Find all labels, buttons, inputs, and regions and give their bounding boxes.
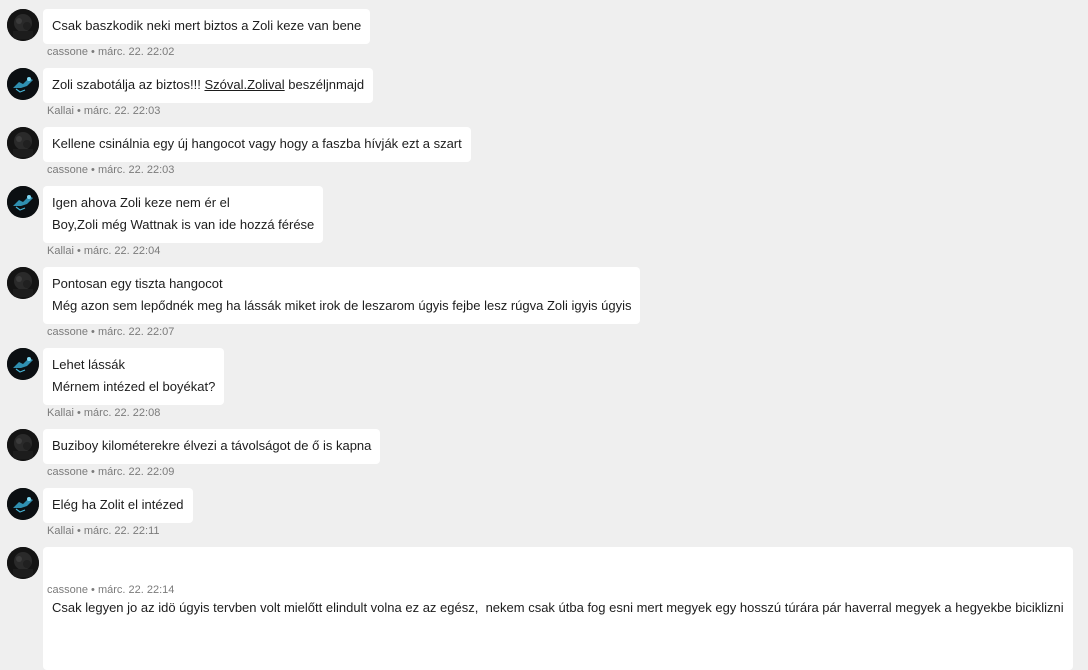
message-text: Elég ha Zolit el intézed — [52, 497, 184, 512]
message-bubble: Elég ha Zolit el intézed — [43, 488, 193, 523]
message-text: Mérnem intézed el boyékat? — [52, 379, 216, 394]
meta-separator: • — [87, 326, 98, 338]
meta-separator: • — [73, 105, 84, 117]
meta-separator: • — [87, 466, 98, 478]
message-bubble: Kellene csinálnia egy új hangocot vagy h… — [43, 127, 471, 162]
message-meta: cassone • márc. 22. 22:03 — [47, 164, 174, 177]
message-meta: Kallai • márc. 22. 22:04 — [47, 245, 160, 258]
dark-avatar-cassone[interactable] — [7, 9, 39, 41]
meta-separator: • — [87, 164, 98, 176]
message-text: Zoli szabotálja az biztos!!! Szóval.Zoli… — [52, 74, 364, 96]
message-timestamp: márc. 22. 22:09 — [97, 466, 175, 478]
glowing-creature-avatar-kallai[interactable] — [7, 348, 39, 380]
message-text: Kellene csinálnia egy új hangocot vagy h… — [52, 136, 462, 151]
author-name[interactable]: Kallai — [47, 105, 74, 117]
dark-avatar-cassone[interactable] — [7, 429, 39, 461]
message-timestamp: márc. 22. 22:14 — [97, 584, 175, 596]
message-thread: Csak baszkodik neki mert biztos a Zoli k… — [0, 0, 1088, 670]
message-timestamp: márc. 22. 22:07 — [97, 326, 175, 338]
message-meta: cassone • márc. 22. 22:14 — [47, 584, 174, 597]
message-timestamp: márc. 22. 22:11 — [83, 525, 160, 537]
message-timestamp: márc. 22. 22:08 — [83, 407, 161, 419]
meta-separator: • — [87, 584, 98, 596]
message-meta: Kallai • márc. 22. 22:03 — [47, 105, 160, 118]
author-name[interactable]: cassone — [47, 584, 88, 596]
message-bubble: Buziboy kilométerekre élvezi a távolságo… — [43, 429, 381, 464]
author-name[interactable]: cassone — [47, 466, 88, 478]
message-text: Pontosan egy tiszta hangocot — [52, 276, 223, 291]
message-text-before-link: Zoli szabotálja az biztos!!! — [52, 77, 205, 92]
message-timestamp: márc. 22. 22:02 — [97, 46, 175, 58]
author-name[interactable]: Kallai — [47, 525, 74, 537]
message-bubble: Pontosan egy tiszta hangocot Még azon se… — [43, 267, 641, 324]
dark-avatar-cassone[interactable] — [7, 267, 39, 299]
message-text: Lehet lássák — [52, 357, 125, 372]
message-text: Csak baszkodik neki mert biztos a Zoli k… — [52, 18, 362, 33]
meta-separator: • — [73, 525, 84, 537]
message-bubble: Igen ahova Zoli keze nem ér el Boy,Zoli … — [43, 186, 324, 243]
author-name[interactable]: cassone — [47, 164, 88, 176]
message-bubble: Lehet lássák Mérnem intézed el boyékat? — [43, 348, 225, 405]
meta-separator: • — [73, 407, 84, 419]
meta-separator: • — [73, 245, 84, 257]
glowing-creature-avatar-kallai[interactable] — [7, 488, 39, 520]
message-bubble: Zoli szabotálja az biztos!!! Szóval.Zoli… — [43, 68, 374, 103]
message-meta: cassone • márc. 22. 22:02 — [47, 46, 174, 59]
message-text: Boy,Zoli még Wattnak is van ide hozzá fé… — [52, 217, 315, 232]
message-meta: Kallai • márc. 22. 22:08 — [47, 407, 160, 420]
message-bubble: Csak baszkodik neki mert biztos a Zoli k… — [43, 9, 371, 44]
message-text: Csak legyen jo az idö úgyis tervben volt… — [52, 600, 1064, 615]
author-name[interactable]: Kallai — [47, 407, 74, 419]
message-text: Igen ahova Zoli keze nem ér el — [52, 195, 230, 210]
message-timestamp: márc. 22. 22:03 — [83, 105, 161, 117]
message-link[interactable]: Szóval.Zolival — [204, 77, 284, 92]
dark-avatar-cassone[interactable] — [7, 127, 39, 159]
message-timestamp: márc. 22. 22:04 — [83, 245, 161, 257]
message-meta: Kallai • márc. 22. 22:11 — [47, 525, 160, 538]
message-text-after-link: beszéljnmajd — [284, 77, 365, 92]
message-text: Még azon sem lepődnék meg ha lássák mike… — [52, 298, 632, 313]
message-timestamp: márc. 22. 22:03 — [97, 164, 175, 176]
meta-separator: • — [87, 46, 98, 58]
message-meta: cassone • márc. 22. 22:07 — [47, 326, 174, 339]
author-name[interactable]: cassone — [47, 326, 88, 338]
author-name[interactable]: Kallai — [47, 245, 74, 257]
message-text: Buziboy kilométerekre élvezi a távolságo… — [52, 438, 372, 453]
glowing-creature-avatar-kallai[interactable] — [7, 68, 39, 100]
message-meta: cassone • márc. 22. 22:09 — [47, 466, 174, 479]
glowing-creature-avatar-kallai[interactable] — [7, 186, 39, 218]
author-name[interactable]: cassone — [47, 46, 88, 58]
message-bubble: Csak legyen jo az idö úgyis tervben volt… — [43, 547, 1073, 670]
dark-avatar-cassone[interactable] — [7, 547, 39, 579]
